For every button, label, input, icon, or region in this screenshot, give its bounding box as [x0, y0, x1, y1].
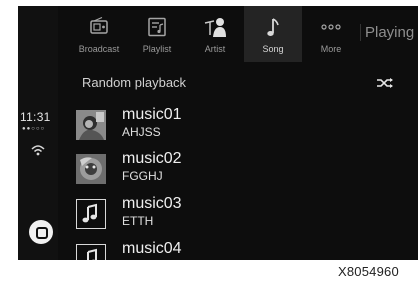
song-title: music02 [122, 150, 182, 167]
song-title: music03 [122, 195, 182, 212]
signal-strength: ●●○○○ [22, 126, 46, 132]
random-playback-row[interactable]: Random playback [58, 62, 418, 102]
song-row[interactable]: music04 [76, 240, 416, 260]
more-dots-icon [321, 24, 341, 30]
home-button[interactable] [29, 220, 53, 244]
song-row[interactable]: music03 ETTH [76, 195, 416, 235]
album-art-placeholder [76, 199, 106, 229]
song-artist: FGGHJ [122, 169, 163, 183]
tab-artist[interactable]: Artist [186, 6, 244, 62]
tab-label: Song [262, 44, 284, 54]
music-note-icon [87, 248, 97, 260]
song-row[interactable]: music01 AHJSS [76, 106, 416, 146]
tab-label: Broadcast [78, 44, 120, 54]
car-display: 11:31 ●●○○○ Broadcast Playlist Artist So… [18, 6, 418, 260]
figure-id: X8054960 [338, 264, 399, 279]
song-artist: ETTH [122, 214, 154, 228]
album-art-image [76, 110, 106, 140]
tab-broadcast[interactable]: Broadcast [70, 6, 128, 62]
song-row[interactable]: music02 FGGHJ [76, 150, 416, 190]
now-playing-button[interactable]: Playing [360, 24, 418, 41]
album-art-photo [76, 110, 106, 140]
song-title: music04 [122, 240, 182, 257]
tab-label: More [320, 44, 342, 54]
playlist-icon [148, 17, 166, 37]
tab-bar: Broadcast Playlist Artist Song More [70, 6, 362, 62]
radio-icon [90, 17, 108, 34]
tab-playlist[interactable]: Playlist [128, 6, 186, 62]
status-column: 11:31 ●●○○○ [18, 6, 58, 260]
album-art-image [76, 154, 106, 184]
song-title: music01 [122, 106, 182, 123]
song-artist: AHJSS [122, 125, 161, 139]
random-playback-label: Random playback [82, 75, 187, 90]
artist-icon [204, 18, 226, 37]
tab-label: Playlist [142, 44, 172, 54]
music-note-icon [267, 18, 279, 36]
album-art-photo [76, 154, 106, 184]
wifi-icon [31, 145, 45, 156]
music-note-icon [82, 203, 97, 223]
tab-label: Artist [204, 44, 226, 54]
shuffle-icon[interactable] [376, 77, 394, 89]
clock: 11:31 [20, 110, 51, 124]
album-art-placeholder [76, 244, 106, 260]
tab-more[interactable]: More [302, 6, 360, 62]
tab-song[interactable]: Song [244, 6, 302, 62]
